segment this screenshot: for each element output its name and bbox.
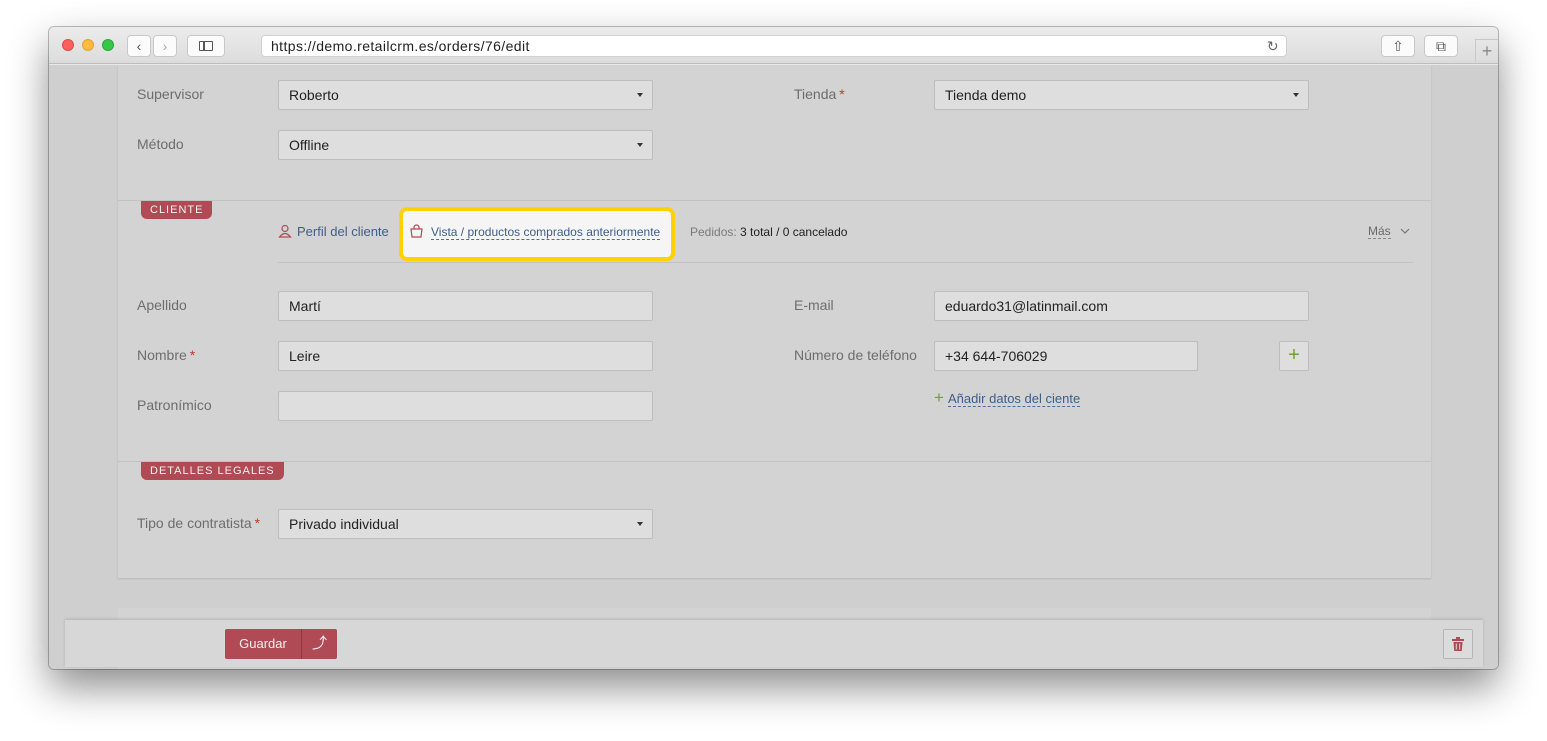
contractor-type-select[interactable]: Privado individual: [278, 509, 653, 539]
minimize-window-button[interactable]: [82, 39, 94, 51]
email-input[interactable]: eduardo31@latinmail.com: [934, 291, 1309, 321]
store-label: Tienda *: [794, 86, 845, 102]
add-client-data-link[interactable]: + Añadir datos del ciente: [934, 388, 1081, 408]
add-phone-button[interactable]: +: [1279, 341, 1309, 371]
back-button[interactable]: ‹: [127, 35, 151, 57]
forward-button[interactable]: ›: [153, 35, 177, 57]
zoom-window-button[interactable]: [102, 39, 114, 51]
contractor-type-label: Tipo de contratista *: [137, 515, 261, 531]
orders-summary: Pedidos: 3 total / 0 cancelado: [690, 225, 848, 239]
chevron-left-icon: ‹: [136, 38, 142, 54]
shopping-bag-icon: [410, 224, 423, 238]
chevron-right-icon: ›: [162, 38, 168, 54]
orders-count: 3 total / 0 cancelado: [740, 225, 848, 239]
save-and-exit-icon[interactable]: ⤴: [302, 629, 337, 659]
store-value: Tienda demo: [945, 87, 1027, 103]
delete-order-button[interactable]: [1443, 629, 1473, 659]
supervisor-select[interactable]: Roberto: [278, 80, 653, 110]
method-select[interactable]: Offline: [278, 130, 653, 160]
more-toggle[interactable]: Más: [1368, 224, 1410, 239]
required-mark: *: [254, 515, 261, 531]
patronymic-input[interactable]: [278, 391, 653, 421]
patronymic-label: Patronímico: [137, 397, 212, 413]
save-label: Guardar: [239, 636, 287, 651]
required-mark: *: [839, 86, 845, 102]
lastname-input[interactable]: Martí: [278, 291, 653, 321]
phone-input[interactable]: +34 644-706029: [934, 341, 1198, 371]
client-profile-link[interactable]: Perfil del cliente: [278, 224, 389, 239]
lastname-label: Apellido: [137, 297, 187, 313]
store-select[interactable]: Tienda demo: [934, 80, 1309, 110]
client-header-divider: [278, 262, 1413, 263]
plus-icon: +: [1288, 344, 1300, 366]
tabs-icon: ⧉: [1436, 37, 1446, 54]
method-label: Método: [137, 136, 184, 152]
email-label: E-mail: [794, 297, 834, 313]
close-window-button[interactable]: [62, 39, 74, 51]
supervisor-label: Supervisor: [137, 86, 204, 102]
share-icon: ⇧: [1392, 37, 1404, 54]
client-section-tag: CLIENTE: [141, 201, 213, 219]
url-text: https://demo.retailcrm.es/orders/76/edit: [271, 38, 530, 54]
previous-products-link[interactable]: Vista / productos comprados anteriorment…: [410, 224, 661, 240]
highlighted-previous-products: Vista / productos comprados anteriorment…: [399, 207, 675, 261]
save-button[interactable]: Guardar ⤴: [225, 629, 337, 659]
share-button[interactable]: ⇧: [1381, 35, 1415, 57]
section-divider: [118, 200, 1431, 201]
user-icon: [278, 224, 292, 238]
sidebar-toggle-button[interactable]: [187, 35, 225, 57]
plus-icon: +: [1481, 40, 1493, 61]
reload-icon[interactable]: ↻: [1267, 36, 1279, 56]
chevron-down-icon: [1400, 228, 1410, 234]
plus-icon: +: [934, 388, 944, 407]
required-mark: *: [189, 347, 196, 363]
new-tab-button[interactable]: +: [1475, 39, 1498, 62]
browser-window: ‹ › https://demo.retailcrm.es/orders/76/…: [49, 27, 1498, 669]
supervisor-value: Roberto: [289, 87, 339, 103]
section-divider: [118, 461, 1431, 462]
firstname-label: Nombre *: [137, 347, 196, 363]
action-footer: Guardar ⤴: [65, 620, 1483, 667]
phone-label: Número de teléfono: [794, 347, 917, 363]
method-value: Offline: [289, 137, 330, 153]
tab-overview-button[interactable]: ⧉: [1424, 35, 1458, 57]
legal-section-tag: DETALLES LEGALES: [141, 462, 284, 480]
order-form-card: Supervisor Roberto Tienda * Tienda demo M…: [118, 65, 1431, 578]
browser-toolbar: ‹ › https://demo.retailcrm.es/orders/76/…: [49, 27, 1498, 64]
sidebar-icon: [199, 41, 213, 51]
page-content: Supervisor Roberto Tienda * Tienda demo M…: [49, 65, 1498, 669]
firstname-input[interactable]: Leire: [278, 341, 653, 371]
address-bar[interactable]: https://demo.retailcrm.es/orders/76/edit…: [261, 35, 1287, 57]
trash-icon: [1452, 637, 1464, 651]
